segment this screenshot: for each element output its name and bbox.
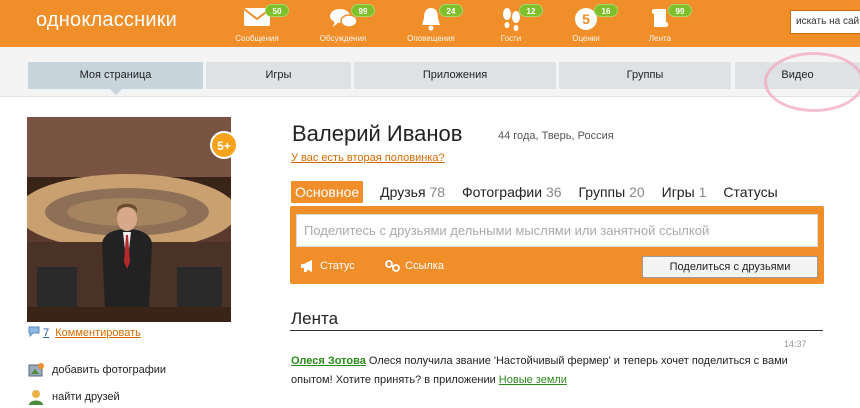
nav-guests-label: Гости [500, 34, 522, 43]
feed-title: Лента [291, 309, 339, 328]
subtab-friends[interactable]: Друзья 78 [380, 181, 445, 203]
find-friends-link[interactable]: найти друзей [28, 389, 120, 405]
feed-entry: Олеся Зотова Олеся получила звание 'Наст… [291, 352, 831, 390]
subtab-games-count: 1 [698, 184, 707, 200]
feed-badge: 99 [668, 4, 692, 17]
profile-subtabs: Основное Друзья 78 Фотографии 36 Группы 20 И… [291, 181, 795, 205]
nav-messages[interactable]: 50 Сообщения [222, 3, 292, 45]
nav-discussions-label: Обсуждения [319, 34, 367, 43]
comment-count[interactable]: 7 [43, 327, 49, 339]
subtab-main-label: Основное [295, 184, 360, 200]
tab-games[interactable]: Игры [206, 62, 351, 89]
nav-notifications[interactable]: 24 Оповещения [396, 3, 466, 45]
feed-app-link[interactable]: Новые земли [499, 374, 567, 386]
subtab-friends-count: 78 [429, 184, 446, 200]
svg-text:5: 5 [582, 11, 590, 27]
messages-badge: 50 [265, 4, 289, 17]
site-logo[interactable]: одноклассники [36, 9, 177, 32]
find-friends-label: найти друзей [52, 390, 120, 403]
footprints-icon: 12 [497, 4, 543, 32]
plus-five-text: 5+ [217, 139, 231, 153]
profile-meta: 44 года, Тверь, Россия [498, 130, 614, 142]
subtab-groups-count: 20 [629, 184, 645, 200]
chat-bubbles-icon: 99 [329, 4, 375, 32]
subtab-main[interactable]: Основное [291, 181, 364, 203]
subtab-photos-count: 36 [545, 184, 562, 200]
search-input[interactable]: искать на сай [790, 10, 860, 34]
feed-author-link[interactable]: Олеся Зотова [291, 355, 366, 367]
comment-line: 7 Комментировать [28, 326, 141, 339]
subtab-statuses[interactable]: Статусы [723, 181, 777, 203]
nav-feed[interactable]: 99 Лента [625, 3, 695, 45]
share-button[interactable]: Поделиться с друзьями [642, 256, 818, 278]
status-option[interactable]: Статус [300, 260, 355, 273]
subtab-friends-label: Друзья [380, 184, 426, 200]
guests-badge: 12 [519, 4, 543, 17]
link-icon [385, 260, 405, 272]
discussions-badge: 99 [351, 4, 375, 17]
feed-time: 14:37 [784, 339, 807, 349]
ratings-badge: 16 [594, 4, 618, 17]
plus-five-badge[interactable]: 5+ [208, 131, 240, 159]
highlight-circle [764, 52, 860, 112]
tab-groups[interactable]: Группы [559, 62, 731, 89]
add-photos-link[interactable]: добавить фотографии [28, 362, 166, 378]
find-friends-icon [28, 389, 44, 405]
share-input[interactable]: Поделитесь с друзьями дельными мыслями и… [296, 214, 818, 247]
nav-guests[interactable]: 12 Гости [476, 3, 546, 45]
subtab-photos[interactable]: Фотографии 36 [462, 181, 561, 203]
top-bar: одноклассники 50 Сообщения 99 Обсуждения… [0, 0, 860, 47]
nav-messages-label: Сообщения [235, 34, 279, 43]
profile-photo[interactable] [27, 117, 231, 322]
comment-link[interactable]: Комментировать [55, 327, 141, 339]
feed-icon: 99 [646, 4, 692, 32]
comment-icon [28, 326, 43, 339]
nav-ratings-label: Оценки [572, 34, 600, 43]
subtab-games-label: Игры [661, 184, 695, 200]
add-photos-label: добавить фотографии [52, 363, 167, 376]
subtab-statuses-label: Статусы [723, 184, 778, 200]
nav-feed-label: Лента [648, 34, 672, 43]
bell-icon: 24 [417, 4, 463, 32]
nav-notifications-label: Оповещения [407, 34, 455, 43]
link-label: Ссылка [405, 260, 444, 272]
add-photo-icon [28, 362, 44, 378]
tab-apps[interactable]: Приложения [354, 62, 556, 89]
subtab-groups-label: Группы [578, 184, 626, 200]
status-label: Статус [320, 260, 355, 272]
envelope-icon: 50 [243, 4, 289, 32]
tab-my-page[interactable]: Моя страница [28, 62, 203, 95]
link-option[interactable]: Ссылка [385, 260, 444, 272]
main-tabs: Моя страница Игры Приложения Группы Виде… [0, 47, 860, 97]
subtab-groups[interactable]: Группы 20 [579, 181, 645, 203]
share-box: Поделитесь с друзьями дельными мыслями и… [290, 206, 824, 284]
subtab-photos-label: Фотографии [462, 184, 543, 200]
subtab-games[interactable]: Игры 1 [662, 181, 707, 203]
megaphone-icon [300, 260, 320, 273]
profile-name: Валерий Иванов [292, 121, 463, 146]
rating-five-icon: 5 16 [572, 4, 618, 32]
feed-divider [290, 330, 823, 331]
notifications-badge: 24 [439, 4, 463, 17]
nav-ratings[interactable]: 5 16 Оценки [551, 3, 621, 45]
second-half-link[interactable]: У вас есть вторая половинка? [291, 152, 445, 164]
nav-discussions[interactable]: 99 Обсуждения [308, 3, 378, 45]
